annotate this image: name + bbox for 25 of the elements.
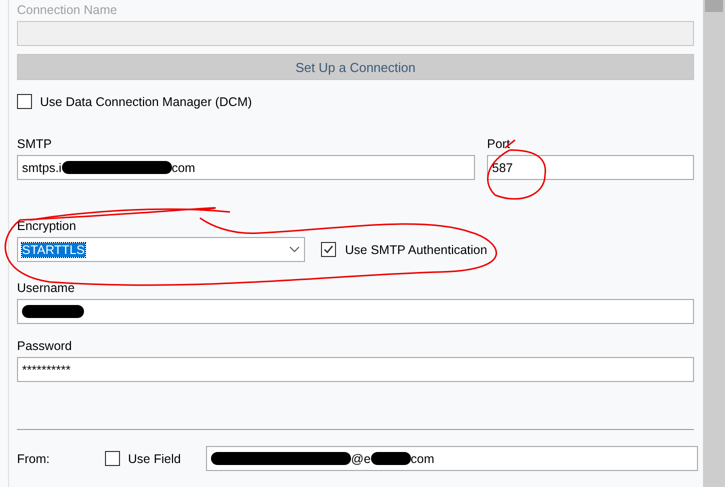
password-label: Password [17,339,73,353]
smtp-label: SMTP [17,137,53,151]
username-field[interactable] [17,299,694,324]
checkmark-icon [323,244,334,255]
smtp-auth-label: Use SMTP Authentication [345,242,488,256]
port-label: Port [487,137,511,151]
connection-name-field[interactable] [17,21,694,46]
username-label: Username [17,281,76,295]
use-field-checkbox[interactable] [105,451,120,466]
scrollbar[interactable] [703,0,725,487]
from-field[interactable]: @e com [206,446,698,471]
encryption-dropdown[interactable]: STARTTLS [17,237,305,262]
port-field[interactable]: 587 [487,155,694,180]
smtp-auth-checkbox[interactable] [321,242,336,257]
dcm-checkbox[interactable] [17,94,32,109]
chevron-down-icon [289,246,300,253]
redaction-mark [370,452,411,465]
password-field[interactable]: ********** [17,357,694,382]
redaction-mark [22,305,84,318]
connection-name-label: Connection Name [17,3,118,17]
encryption-label: Encryption [17,219,78,233]
use-field-label: Use Field [128,452,181,466]
dcm-label: Use Data Connection Manager (DCM) [40,94,252,108]
from-label: From: [17,452,51,466]
smtp-field[interactable]: smtps.i com [17,155,475,180]
